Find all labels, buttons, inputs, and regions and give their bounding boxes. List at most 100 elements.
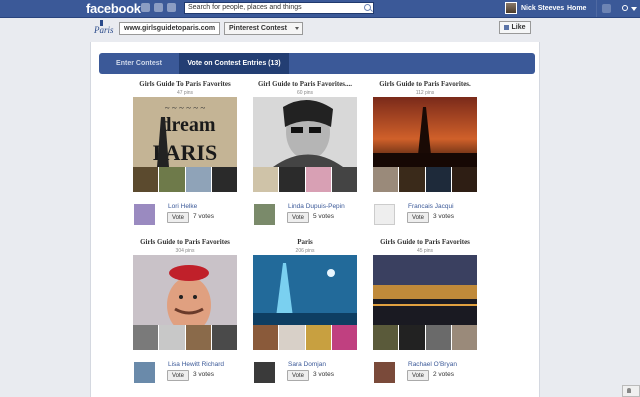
entry-pins: 304 pins [175, 248, 195, 254]
thumbnail[interactable] [279, 167, 306, 192]
entry-title[interactable]: Girl Guide to Paris Favorites.... [245, 80, 365, 88]
board-cover-image[interactable]: ~ ~ ~ ~ ~ ~ dream PARIS [133, 97, 237, 167]
entry-title[interactable]: Girls Guide to Paris Favorites [365, 238, 485, 246]
board-cover-image[interactable] [253, 97, 357, 167]
contest-content: Enter Contest Vote on Contest Entries (1… [90, 42, 540, 397]
entry-title[interactable]: Girls Guide to Paris Favorites. [365, 80, 485, 88]
thumbnail[interactable] [425, 167, 452, 192]
paris-night-river-image [373, 255, 477, 325]
voter-name[interactable]: Sara Domjan [288, 361, 326, 368]
voter-name[interactable]: Linda Dupuis-Pepin [288, 203, 345, 210]
thumbnail[interactable] [253, 167, 280, 192]
thumbnail[interactable] [331, 325, 357, 350]
thumbnail[interactable] [185, 167, 212, 192]
french-character-image [133, 255, 237, 325]
tab-vote-entries[interactable]: Vote on Contest Entries (13) [179, 53, 289, 74]
voter-name[interactable]: Lisa Hewitt Richard [168, 361, 224, 368]
thumbnail[interactable] [159, 325, 186, 350]
voter-name[interactable]: Lori Helke [168, 203, 197, 210]
thumbnail[interactable] [159, 167, 186, 192]
vote-count: 7 votes [193, 213, 214, 220]
board-thumbnails [253, 325, 357, 350]
vote-button[interactable]: Vote [287, 370, 309, 381]
home-link[interactable]: Home [567, 0, 586, 17]
entry-title[interactable]: Girls Guide To Paris Favorites [125, 80, 245, 88]
contest-select-label: Pinterest Contest [229, 25, 287, 32]
thumbnail[interactable] [133, 167, 160, 192]
vote-count: 3 votes [433, 213, 454, 220]
site-url-badge[interactable]: www.girlsguidetoparis.com [119, 22, 221, 35]
voter-avatar[interactable] [374, 362, 395, 383]
vote-count: 3 votes [313, 371, 334, 378]
thumbs-up-icon [504, 24, 510, 30]
vote-button[interactable]: Vote [407, 212, 429, 223]
gear-icon[interactable] [622, 5, 628, 11]
woman-with-sunglasses-image [253, 97, 357, 167]
thumbnail[interactable] [305, 325, 332, 350]
thumbnail[interactable] [451, 325, 477, 350]
entry-title[interactable]: Girls Guide to Paris Favorites [125, 238, 245, 246]
voter-avatar[interactable] [134, 204, 155, 225]
facebook-logo[interactable]: facebook [86, 0, 141, 17]
vote-button[interactable]: Vote [167, 370, 189, 381]
page-header: Paris www.girlsguidetoparis.com Pinteres… [90, 18, 540, 40]
privacy-shortcuts-icon[interactable] [602, 4, 611, 13]
board-cover-image[interactable] [373, 255, 477, 325]
voter-avatar[interactable] [254, 204, 275, 225]
thumbnail[interactable] [211, 325, 237, 350]
svg-text:dream: dream [160, 114, 216, 136]
voter-name[interactable]: Rachael O'Bryan [408, 361, 457, 368]
thumbnail[interactable] [399, 325, 426, 350]
vote-count: 5 votes [313, 213, 334, 220]
thumbnail[interactable] [373, 167, 400, 192]
voter-avatar[interactable] [254, 362, 275, 383]
thumbnail[interactable] [399, 167, 426, 192]
board-cover-image[interactable] [373, 97, 477, 167]
thumbnail[interactable] [305, 167, 332, 192]
chat-person-icon [627, 388, 631, 393]
notification-jewels [141, 3, 176, 12]
tab-enter-contest[interactable]: Enter Contest [99, 53, 179, 74]
i-dream-in-paris-image: ~ ~ ~ ~ ~ ~ dream PARIS [133, 97, 237, 167]
contest-select[interactable]: Pinterest Contest [224, 22, 303, 35]
contest-tabbar: Enter Contest Vote on Contest Entries (1… [99, 53, 535, 74]
voter-avatar[interactable] [374, 204, 395, 225]
entry-pins: 45 pins [416, 248, 434, 254]
board-cover-image[interactable] [133, 255, 237, 325]
eiffel-tower-sunset-image [373, 97, 477, 167]
vote-button[interactable]: Vote [167, 212, 189, 223]
chat-sidebar-toggle[interactable] [622, 385, 640, 397]
thumbnail[interactable] [185, 325, 212, 350]
user-name-link[interactable]: Nick Steeves [521, 0, 564, 17]
paris-logo: Paris [94, 20, 114, 37]
messages-icon[interactable] [154, 3, 163, 12]
thumbnail[interactable] [451, 167, 477, 192]
thumbnail[interactable] [279, 325, 306, 350]
vote-button[interactable]: Vote [407, 370, 429, 381]
voter-name[interactable]: Francais Jacqui [408, 203, 454, 210]
search-icon[interactable] [364, 4, 371, 11]
board-thumbnails [373, 167, 477, 192]
search-input[interactable]: Search for people, places and things [184, 2, 374, 14]
notifications-icon[interactable] [167, 3, 176, 12]
divider [596, 0, 597, 17]
thumbnail[interactable] [253, 325, 280, 350]
facebook-topbar: facebook Search for people, places and t… [0, 0, 640, 18]
like-button[interactable]: Like [499, 21, 531, 34]
thumbnail[interactable] [425, 325, 452, 350]
user-avatar[interactable] [505, 2, 517, 14]
board-cover-image[interactable] [253, 255, 357, 325]
account-menu-caret-icon[interactable] [631, 7, 637, 11]
voter-avatar[interactable] [134, 362, 155, 383]
logo-text: Paris [94, 25, 114, 35]
like-label: Like [511, 24, 526, 31]
entry-pins: 206 pins [295, 248, 315, 254]
thumbnail[interactable] [211, 167, 237, 192]
entry-pins: 47 pins [176, 90, 194, 96]
friend-requests-icon[interactable] [141, 3, 150, 12]
vote-button[interactable]: Vote [287, 212, 309, 223]
thumbnail[interactable] [331, 167, 357, 192]
thumbnail[interactable] [373, 325, 400, 350]
thumbnail[interactable] [133, 325, 160, 350]
entry-title[interactable]: Paris [245, 238, 365, 246]
